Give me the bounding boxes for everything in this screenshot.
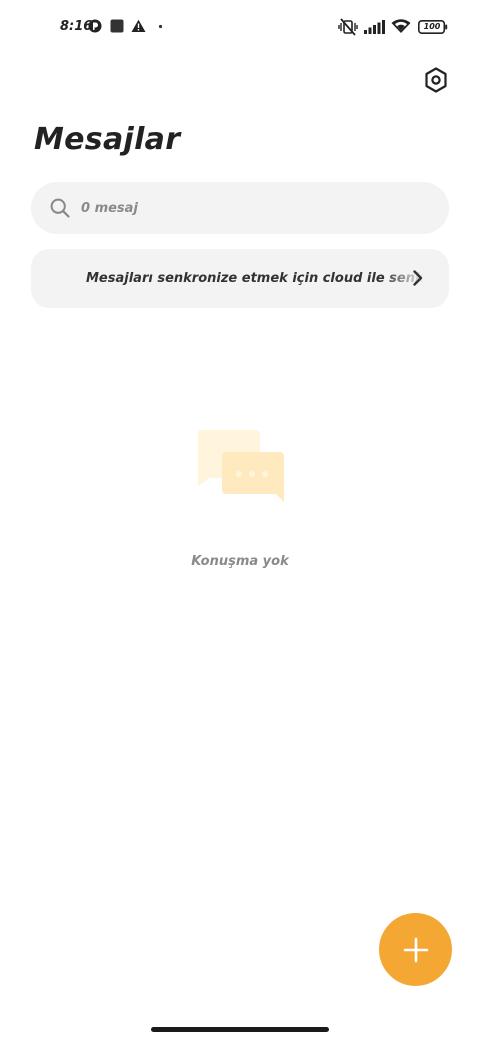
search-bar[interactable] (31, 182, 449, 234)
dot-icon (158, 24, 163, 29)
search-input[interactable] (81, 182, 431, 234)
empty-state-text: Konuşma yok (191, 554, 289, 569)
settings-button[interactable] (420, 64, 452, 96)
home-indicator[interactable] (151, 1027, 329, 1032)
search-icon (50, 198, 70, 218)
notification-app-icon (88, 19, 102, 33)
battery-icon: 100 (418, 20, 448, 34)
chevron-right-icon (413, 270, 423, 286)
page-title: Mesajlar (34, 122, 181, 157)
battery-level: 100 (423, 22, 441, 31)
cloud-sync-banner[interactable]: Mesajları senkronize etmek için cloud il… (31, 249, 449, 308)
square-app-icon (110, 19, 124, 33)
messages-screen: 8:16 100 Mesajlar 0 mesaj Mesajları senk… (0, 0, 480, 1040)
status-bar: 8:16 100 (0, 0, 480, 56)
vibrate-off-icon (338, 18, 358, 36)
wifi-icon (391, 19, 411, 33)
plus-icon (403, 937, 428, 962)
cloud-sync-text: Mesajları senkronize etmek için cloud il… (86, 271, 424, 286)
settings-hexagon-icon (425, 67, 447, 93)
signal-icon (364, 20, 385, 34)
new-message-button[interactable] (379, 913, 452, 986)
warning-icon (131, 19, 146, 32)
chat-bubbles-icon (197, 430, 284, 502)
